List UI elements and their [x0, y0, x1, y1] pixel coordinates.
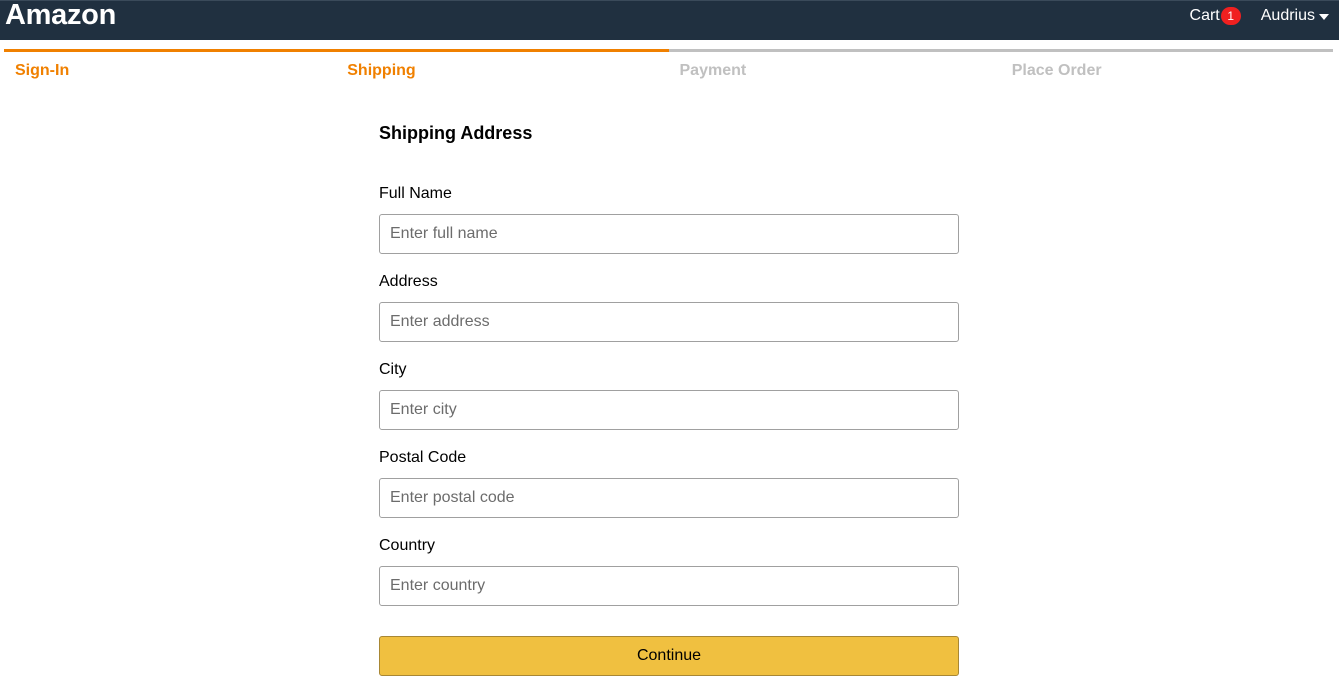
form-title: Shipping Address [379, 123, 533, 143]
country-label: Country [379, 537, 436, 554]
full-name-input[interactable] [379, 214, 959, 254]
nav-right: Cart 1 Audrius [1190, 5, 1329, 27]
city-input[interactable] [379, 390, 959, 430]
postal-code-label: Postal Code [379, 449, 467, 466]
country-input[interactable] [379, 566, 959, 606]
shipping-form: Shipping Address Full Name Address City … [379, 120, 959, 676]
continue-button[interactable]: Continue [379, 636, 959, 676]
city-label: City [379, 361, 407, 378]
address-group: Address [379, 272, 959, 342]
country-group: Country [379, 536, 959, 606]
step-payment: Payment [668, 49, 1001, 80]
cart-label: Cart [1189, 7, 1220, 24]
brand-logo-link[interactable]: Amazon [5, 0, 116, 31]
top-navbar: Amazon Cart 1 Audrius [0, 0, 1339, 40]
step-sign-in: Sign-In [4, 49, 337, 80]
address-label: Address [379, 273, 438, 290]
postal-code-group: Postal Code [379, 448, 959, 518]
address-input[interactable] [379, 302, 959, 342]
step-place-order: Place Order [1000, 49, 1333, 80]
postal-code-input[interactable] [379, 478, 959, 518]
checkout-steps: Sign-In Shipping Payment Place Order [4, 49, 1333, 80]
city-group: City [379, 360, 959, 430]
user-name: Audrius [1260, 7, 1315, 24]
user-menu-dropdown[interactable]: Audrius [1261, 7, 1329, 25]
cart-link[interactable]: Cart 1 [1190, 7, 1241, 25]
step-shipping: Shipping [336, 49, 669, 80]
full-name-group: Full Name [379, 184, 959, 254]
cart-count-badge: 1 [1220, 7, 1241, 25]
chevron-down-icon [1319, 14, 1329, 20]
full-name-label: Full Name [379, 185, 452, 202]
